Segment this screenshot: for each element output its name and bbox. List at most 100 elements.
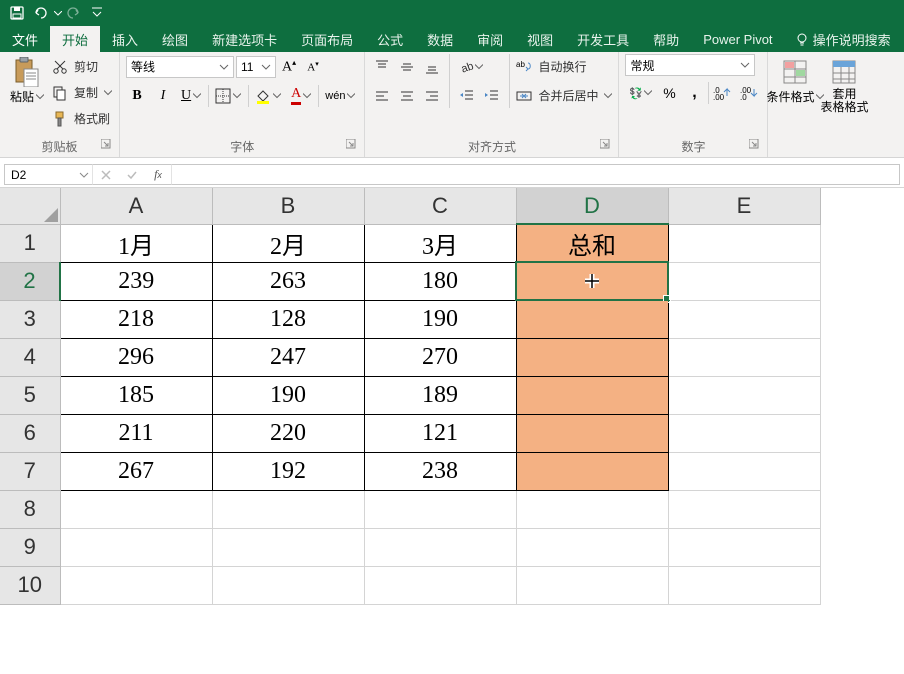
customize-qat-button[interactable] (86, 2, 108, 24)
tellme-search[interactable]: 操作说明搜索 (785, 26, 903, 52)
cell-B8[interactable] (212, 490, 364, 528)
increase-indent-button[interactable] (481, 85, 503, 107)
row-header-2[interactable]: 2 (0, 262, 60, 300)
cell-A9[interactable] (60, 528, 212, 566)
row-header-6[interactable]: 6 (0, 414, 60, 452)
row-header-4[interactable]: 4 (0, 338, 60, 376)
underline-button[interactable]: U (178, 85, 204, 107)
italic-button[interactable]: I (152, 85, 174, 107)
align-bottom-button[interactable] (421, 56, 443, 78)
comma-button[interactable]: , (683, 82, 705, 104)
merge-center-button[interactable]: 合并后居中 (516, 83, 612, 108)
cell-A7[interactable]: 267 (60, 452, 212, 490)
tab-help[interactable]: 帮助 (641, 26, 691, 52)
decrease-font-button[interactable]: A▾ (302, 56, 324, 78)
col-header-B[interactable]: B (212, 188, 364, 224)
font-launcher-icon[interactable] (346, 139, 356, 149)
accounting-format-button[interactable]: 💱 (625, 82, 655, 104)
row-header-3[interactable]: 3 (0, 300, 60, 338)
decrease-decimal-button[interactable]: .00.0 (737, 82, 761, 104)
cell-D1[interactable]: 总和 (516, 224, 668, 262)
conditional-formatting-button[interactable]: 条件格式 (774, 54, 816, 109)
row-header-5[interactable]: 5 (0, 376, 60, 414)
cell-C7[interactable]: 238 (364, 452, 516, 490)
spreadsheet-grid[interactable]: A B C D E 1 1月 2月 3月 总和 2 239 263 180 3 … (0, 188, 904, 605)
tab-view[interactable]: 视图 (515, 26, 565, 52)
undo-dropdown[interactable] (54, 6, 62, 20)
increase-decimal-button[interactable]: .0.00 (708, 82, 734, 104)
tab-insert[interactable]: 插入 (100, 26, 150, 52)
cell-E1[interactable] (668, 224, 820, 262)
cell-D10[interactable] (516, 566, 668, 604)
cell-E10[interactable] (668, 566, 820, 604)
cell-B5[interactable]: 190 (212, 376, 364, 414)
format-as-table-button[interactable]: 套用 表格格式 (816, 54, 872, 118)
cell-D6[interactable] (516, 414, 668, 452)
align-center-button[interactable] (396, 85, 418, 107)
namebox-dropdown-icon[interactable] (79, 171, 89, 179)
cell-E3[interactable] (668, 300, 820, 338)
cell-C1[interactable]: 3月 (364, 224, 516, 262)
row-header-7[interactable]: 7 (0, 452, 60, 490)
cell-D4[interactable] (516, 338, 668, 376)
cell-A3[interactable]: 218 (60, 300, 212, 338)
cell-A6[interactable]: 211 (60, 414, 212, 452)
align-top-button[interactable] (371, 56, 393, 78)
col-header-C[interactable]: C (364, 188, 516, 224)
cell-A8[interactable] (60, 490, 212, 528)
orientation-button[interactable]: ab (456, 56, 486, 78)
alignment-launcher-icon[interactable] (600, 139, 610, 149)
cell-A10[interactable] (60, 566, 212, 604)
cell-C8[interactable] (364, 490, 516, 528)
decrease-indent-button[interactable] (456, 85, 478, 107)
tab-new[interactable]: 新建选项卡 (200, 26, 289, 52)
align-left-button[interactable] (371, 85, 393, 107)
save-button[interactable] (6, 2, 28, 24)
borders-button[interactable] (208, 85, 244, 107)
cell-E8[interactable] (668, 490, 820, 528)
cell-B9[interactable] (212, 528, 364, 566)
number-format-select[interactable]: 常规 (625, 54, 755, 76)
row-header-1[interactable]: 1 (0, 224, 60, 262)
cell-B6[interactable]: 220 (212, 414, 364, 452)
cell-B7[interactable]: 192 (212, 452, 364, 490)
font-size-select[interactable]: 11 (236, 56, 276, 78)
cell-E6[interactable] (668, 414, 820, 452)
name-box[interactable]: D2 (4, 164, 92, 185)
enter-formula-button[interactable] (119, 169, 145, 181)
col-header-E[interactable]: E (668, 188, 820, 224)
cut-button[interactable]: 剪切 (52, 54, 113, 79)
select-all-corner[interactable] (0, 188, 60, 224)
tab-developer[interactable]: 开发工具 (565, 26, 641, 52)
tab-pagelayout[interactable]: 页面布局 (289, 26, 365, 52)
cell-B3[interactable]: 128 (212, 300, 364, 338)
col-header-A[interactable]: A (60, 188, 212, 224)
cell-B2[interactable]: 263 (212, 262, 364, 300)
font-color-button[interactable]: A (288, 85, 314, 107)
row-header-8[interactable]: 8 (0, 490, 60, 528)
tab-home[interactable]: 开始 (50, 26, 100, 52)
cell-C3[interactable]: 190 (364, 300, 516, 338)
cell-E7[interactable] (668, 452, 820, 490)
cell-D8[interactable] (516, 490, 668, 528)
cell-E2[interactable] (668, 262, 820, 300)
percent-button[interactable]: % (658, 82, 680, 104)
phonetic-button[interactable]: wén (318, 85, 358, 107)
cell-C4[interactable]: 270 (364, 338, 516, 376)
cell-A4[interactable]: 296 (60, 338, 212, 376)
tab-powerpivot[interactable]: Power Pivot (691, 26, 784, 52)
cell-B1[interactable]: 2月 (212, 224, 364, 262)
cell-E4[interactable] (668, 338, 820, 376)
cell-E5[interactable] (668, 376, 820, 414)
tab-file[interactable]: 文件 (0, 26, 50, 52)
cell-E9[interactable] (668, 528, 820, 566)
font-family-select[interactable]: 等线 (126, 56, 234, 78)
number-launcher-icon[interactable] (749, 139, 759, 149)
cell-C10[interactable] (364, 566, 516, 604)
increase-font-button[interactable]: A▴ (278, 56, 300, 78)
undo-button[interactable] (30, 2, 52, 24)
paste-button[interactable]: 粘贴 (6, 54, 48, 109)
cancel-formula-button[interactable] (93, 169, 119, 181)
col-header-D[interactable]: D (516, 188, 668, 224)
cell-A2[interactable]: 239 (60, 262, 212, 300)
